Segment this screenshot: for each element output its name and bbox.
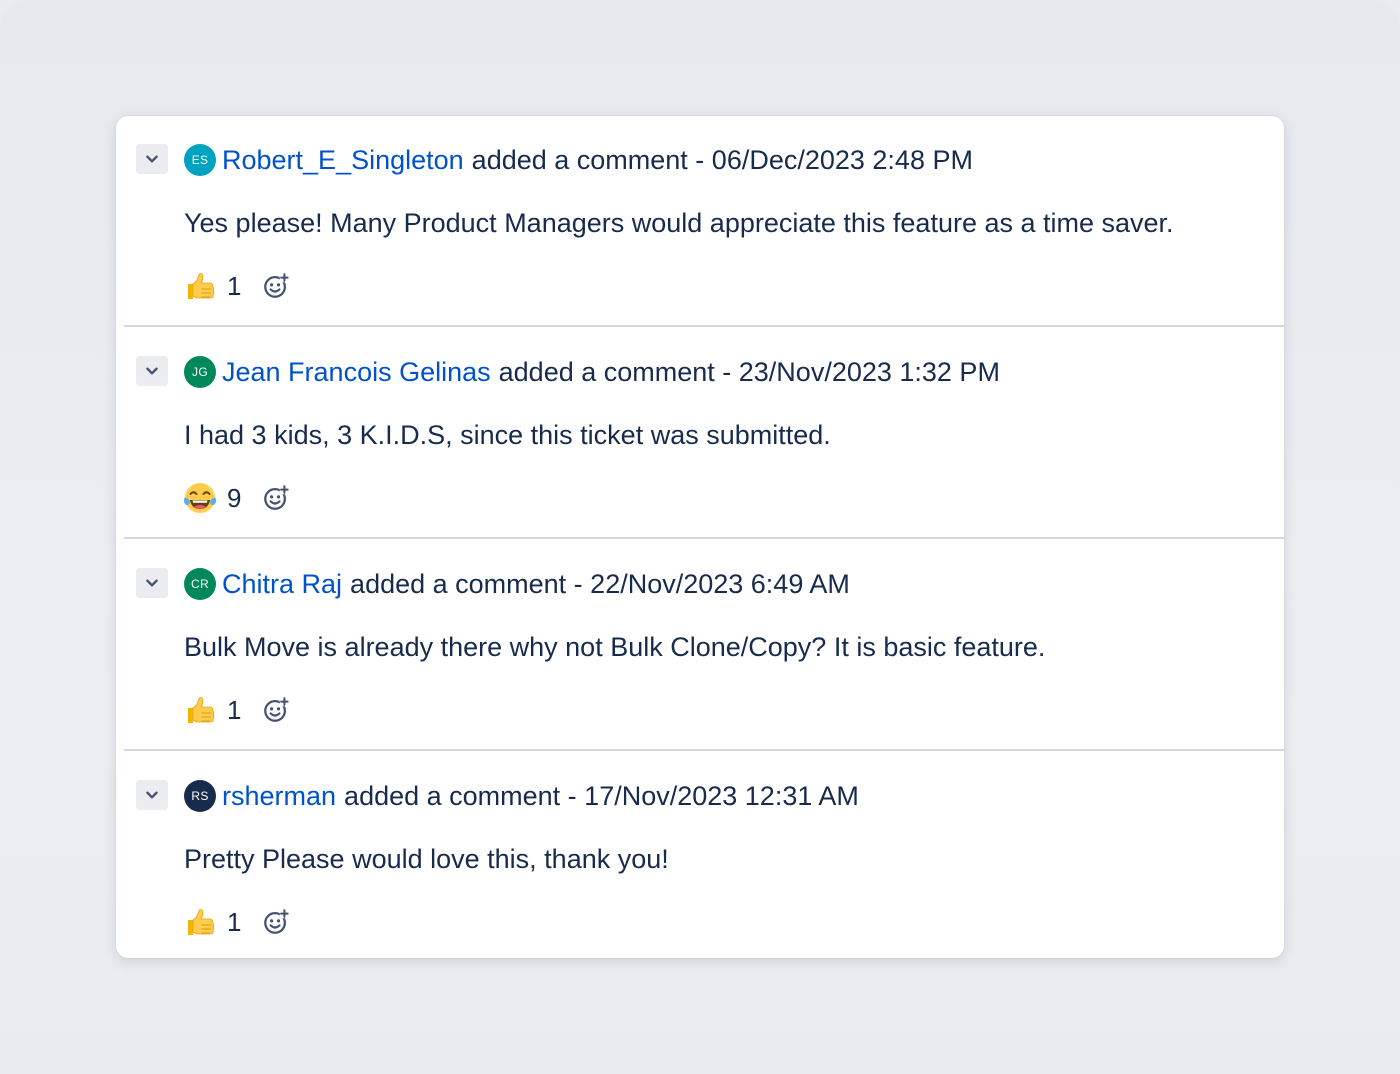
comment-body: Bulk Move is already there why not Bulk …	[184, 632, 1046, 662]
collapse-button[interactable]	[136, 144, 168, 174]
avatar[interactable]: ES	[184, 144, 216, 176]
author-link[interactable]: Robert_E_Singleton	[222, 145, 464, 176]
thumbs-up-icon	[182, 268, 218, 304]
comment-body: I had 3 kids, 3 K.I.D.S, since this tick…	[184, 420, 831, 450]
reactions-bar: 1	[182, 690, 291, 730]
window-frame: ES Robert_E_Singleton added a comment - …	[0, 0, 1400, 1074]
collapse-button[interactable]	[136, 568, 168, 598]
comment-header: RS rsherman added a comment - 17/Nov/202…	[184, 778, 859, 814]
chevron-down-icon	[141, 784, 163, 806]
reaction-tears-of-joy[interactable]: 9	[182, 480, 241, 516]
chevron-down-icon	[141, 360, 163, 382]
chevron-down-icon	[141, 148, 163, 170]
divider	[124, 537, 1284, 539]
comment-meta: added a comment - 06/Dec/2023 2:48 PM	[471, 144, 973, 175]
comment-header: JG Jean Francois Gelinas added a comment…	[184, 354, 1000, 390]
reaction-count: 1	[227, 906, 242, 937]
chevron-down-icon	[141, 572, 163, 594]
thumbs-up-icon	[182, 904, 218, 940]
add-reaction-button[interactable]	[261, 483, 291, 513]
reaction-count: 1	[227, 694, 242, 725]
add-reaction-button[interactable]	[261, 907, 291, 937]
comment-body: Pretty Please would love this, thank you…	[184, 844, 669, 874]
reaction-thumbs-up[interactable]: 1	[182, 692, 241, 728]
reaction-count: 9	[227, 482, 242, 513]
author-link[interactable]: rsherman	[222, 781, 336, 812]
reactions-bar: 9	[182, 478, 291, 518]
divider	[124, 749, 1284, 751]
collapse-button[interactable]	[136, 780, 168, 810]
comment-item: CR Chitra Raj added a comment - 22/Nov/2…	[116, 540, 1284, 751]
add-reaction-icon	[262, 908, 290, 936]
author-link[interactable]: Jean Francois Gelinas	[222, 357, 491, 388]
comment-header: ES Robert_E_Singleton added a comment - …	[184, 142, 973, 178]
add-reaction-button[interactable]	[261, 271, 291, 301]
divider	[124, 325, 1284, 327]
thumbs-up-icon	[182, 692, 218, 728]
avatar[interactable]: CR	[184, 568, 216, 600]
author-link[interactable]: Chitra Raj	[222, 569, 342, 600]
reaction-thumbs-up[interactable]: 1	[182, 268, 241, 304]
comment-list: ES Robert_E_Singleton added a comment - …	[116, 116, 1284, 958]
add-reaction-button[interactable]	[261, 695, 291, 725]
comment-meta: added a comment - 23/Nov/2023 1:32 PM	[498, 356, 1000, 387]
comment-item: RS rsherman added a comment - 17/Nov/202…	[116, 752, 1284, 958]
comment-item: ES Robert_E_Singleton added a comment - …	[116, 116, 1284, 327]
add-reaction-icon	[262, 484, 290, 512]
reactions-bar: 1	[182, 266, 291, 306]
comment-item: JG Jean Francois Gelinas added a comment…	[116, 328, 1284, 539]
avatar[interactable]: RS	[184, 780, 216, 812]
collapse-button[interactable]	[136, 356, 168, 386]
reaction-count: 1	[227, 270, 242, 301]
tears-of-joy-icon	[182, 480, 218, 516]
avatar[interactable]: JG	[184, 356, 216, 388]
add-reaction-icon	[262, 696, 290, 724]
comment-header: CR Chitra Raj added a comment - 22/Nov/2…	[184, 566, 850, 602]
comment-meta: added a comment - 22/Nov/2023 6:49 AM	[350, 568, 850, 599]
add-reaction-icon	[262, 272, 290, 300]
reactions-bar: 1	[182, 902, 291, 942]
comment-meta: added a comment - 17/Nov/2023 12:31 AM	[344, 780, 859, 811]
comment-body: Yes please! Many Product Managers would …	[184, 208, 1174, 238]
reaction-thumbs-up[interactable]: 1	[182, 904, 241, 940]
